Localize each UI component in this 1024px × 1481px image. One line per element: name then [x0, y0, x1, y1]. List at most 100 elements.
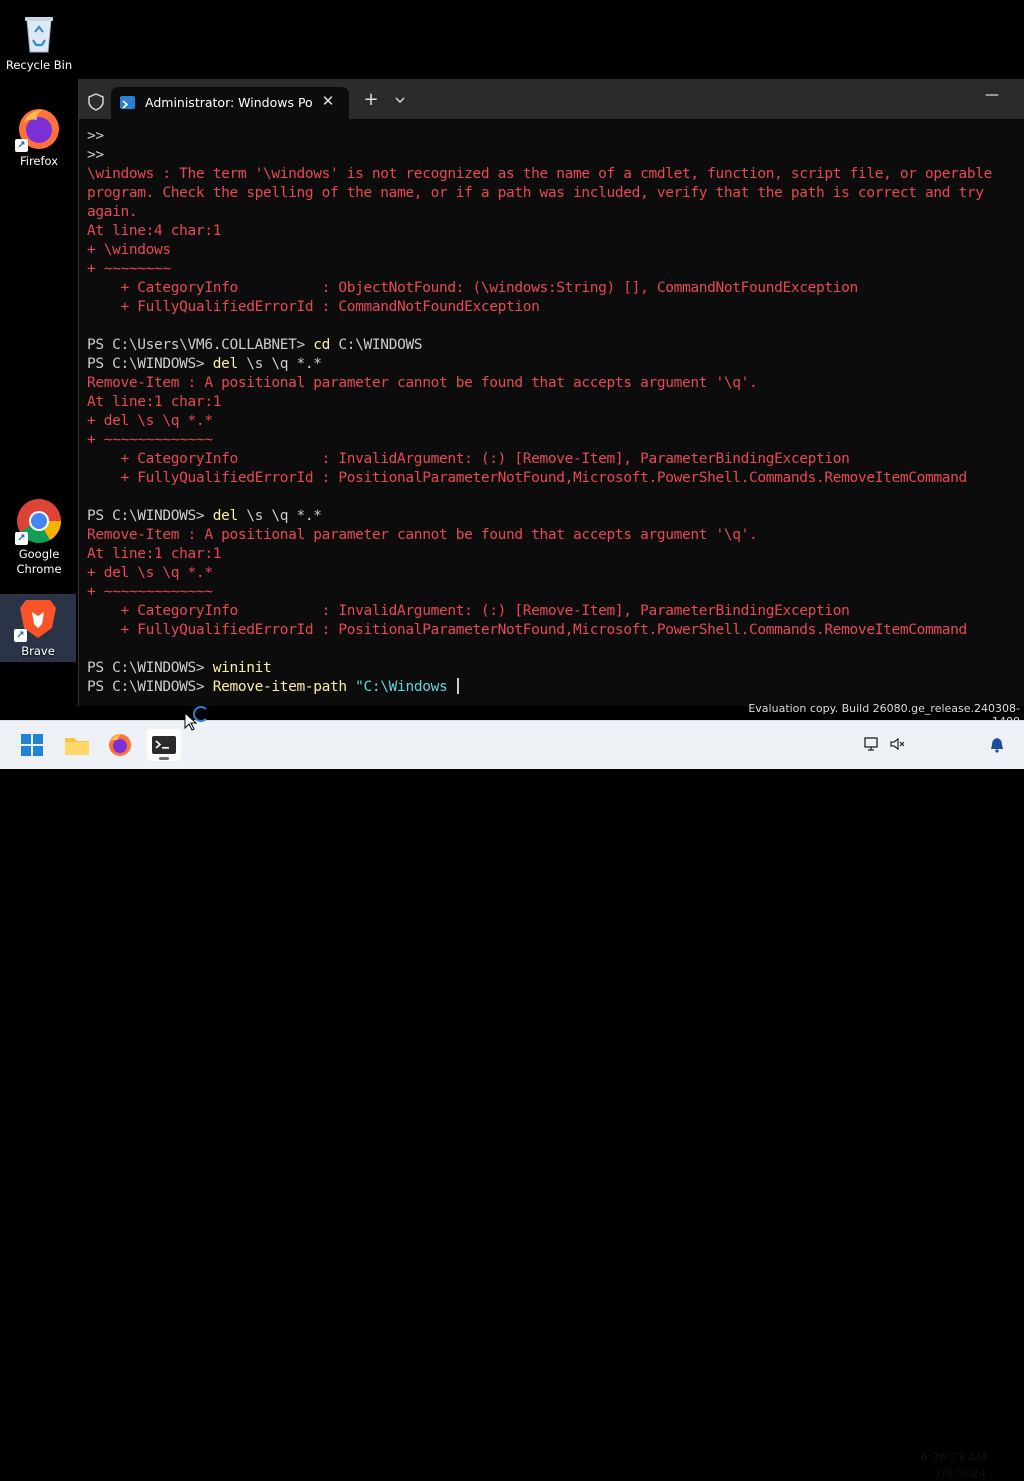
error-text: + del \s \q *.* — [87, 565, 213, 581]
close-tab-icon[interactable]: ✕ — [320, 92, 336, 110]
console-line: >> — [87, 146, 1023, 165]
system-clock[interactable]: 6:36:23 AM 7/8/2024 — [914, 1449, 986, 1481]
shield-icon — [87, 93, 105, 111]
output-text: >> — [87, 147, 104, 163]
console-line: PS C:\Users\VM6.COLLABNET> cd C:\WINDOWS — [87, 336, 1023, 355]
console-line: >> — [87, 127, 1023, 146]
command-text: cd — [313, 337, 331, 353]
console-line: Remove-Item : A positional parameter can… — [87, 374, 1023, 393]
desktop-icon-label: Google Chrome — [16, 547, 62, 576]
error-text: + \windows — [87, 242, 171, 258]
console-line: + FullyQualifiedErrorId : PositionalPara… — [87, 469, 1023, 488]
start-button[interactable] — [15, 729, 49, 761]
console-line: + FullyQualifiedErrorId : CommandNotFoun… — [87, 298, 1023, 317]
prompt-text: PS C:\WINDOWS> — [87, 679, 213, 695]
error-text: At line:4 char:1 — [87, 223, 222, 239]
shortcut-arrow-icon: ↗ — [14, 629, 27, 642]
error-text: At line:1 char:1 — [87, 394, 222, 410]
text-cursor — [456, 678, 459, 694]
taskbar-firefox-button[interactable] — [103, 729, 137, 761]
clock-date: 7/8/2024 — [934, 1466, 986, 1480]
error-text: + ~~~~~~~~~~~~~ — [87, 584, 213, 600]
console-line: + del \s \q *.* — [87, 412, 1023, 431]
console-line: PS C:\WINDOWS> del \s \q *.* — [87, 507, 1023, 526]
command-string: "C:\Windows — [346, 679, 456, 695]
console-line: + ~~~~~~~~~~~~~ — [87, 583, 1023, 602]
console-line: + CategoryInfo : InvalidArgument: (:) [R… — [87, 450, 1023, 469]
error-text: Remove-Item : A positional parameter can… — [87, 527, 758, 543]
chevron-down-icon[interactable] — [391, 90, 409, 110]
tab-powershell[interactable]: Administrator: Windows PowerShell ✕ — [111, 87, 349, 119]
volume-muted-icon[interactable] — [889, 736, 905, 752]
console-line: PS C:\WINDOWS> wininit — [87, 659, 1023, 678]
command-args: \s \q *.* — [237, 356, 322, 372]
clock-time: 6:36:23 AM — [920, 1450, 986, 1464]
desktop-icon-google-chrome[interactable]: ↗ Google Chrome — [1, 497, 77, 577]
recycle-bin-icon — [15, 8, 63, 56]
chrome-icon: ↗ — [15, 497, 63, 545]
console-line: + ~~~~~~~~ — [87, 260, 1023, 279]
command-text: del — [212, 356, 238, 372]
error-text: + FullyQualifiedErrorId : PositionalPara… — [87, 470, 968, 486]
output-text: >> — [87, 128, 104, 144]
title-bar[interactable]: Administrator: Windows PowerShell ✕ + — — [79, 79, 1024, 119]
desktop-icon-label: Brave — [21, 644, 55, 658]
tab-title: Administrator: Windows PowerShell — [145, 95, 313, 110]
console-line: + \windows — [87, 241, 1023, 260]
error-text: + FullyQualifiedErrorId : PositionalPara… — [87, 622, 968, 638]
mouse-pointer-icon — [184, 711, 198, 732]
command-args: \s \q *.* — [237, 508, 322, 524]
powershell-icon — [120, 96, 135, 109]
file-explorer-button[interactable] — [60, 729, 94, 761]
error-text: program. Check the spelling of the name,… — [87, 185, 984, 201]
error-text: + ~~~~~~~~~~~~~ — [87, 432, 213, 448]
desktop-icon-recycle-bin[interactable]: Recycle Bin — [1, 8, 77, 73]
error-text: \windows : The term '\windows' is not re… — [87, 166, 993, 182]
command-text: Remove-item-path — [212, 679, 347, 695]
console-line: + del \s \q *.* — [87, 564, 1023, 583]
console-line: + CategoryInfo : ObjectNotFound: (\windo… — [87, 279, 1023, 298]
error-text: + del \s \q *.* — [87, 413, 213, 429]
command-text: del — [212, 508, 238, 524]
console-line: PS C:\WINDOWS> del \s \q *.* — [87, 355, 1023, 374]
console-line: program. Check the spelling of the name,… — [87, 184, 1023, 203]
prompt-text: PS C:\Users\VM6.COLLABNET> — [87, 337, 314, 353]
command-args: C:\WINDOWS — [330, 337, 423, 353]
firefox-icon: ↗ — [15, 104, 63, 152]
error-text: Remove-Item : A positional parameter can… — [87, 375, 758, 391]
desktop-icon-label: Firefox — [19, 154, 59, 168]
desktop-icon-firefox[interactable]: ↗ Firefox — [1, 104, 77, 169]
command-text: wininit — [212, 660, 272, 676]
network-icon[interactable] — [864, 736, 880, 752]
error-text: + ~~~~~~~~ — [87, 261, 171, 277]
console-line: At line:4 char:1 — [87, 222, 1023, 241]
prompt-text: PS C:\WINDOWS> — [87, 356, 213, 372]
taskbar-terminal-button[interactable] — [147, 729, 181, 761]
brave-icon: ↗ — [14, 594, 62, 642]
prompt-text: PS C:\WINDOWS> — [87, 660, 213, 676]
console-line — [87, 488, 1023, 507]
error-text: At line:1 char:1 — [87, 546, 222, 562]
console-line: At line:1 char:1 — [87, 393, 1023, 412]
new-tab-button[interactable]: + — [361, 90, 381, 110]
console-line: PS C:\WINDOWS> Remove-item-path "C:\Wind… — [87, 678, 1023, 697]
terminal-window[interactable]: Administrator: Windows PowerShell ✕ + — … — [78, 79, 1024, 706]
console-line — [87, 317, 1023, 336]
console-line: \windows : The term '\windows' is not re… — [87, 165, 1023, 184]
prompt-text: PS C:\WINDOWS> — [87, 508, 213, 524]
shortcut-arrow-icon: ↗ — [15, 139, 28, 152]
desktop-icon-brave[interactable]: ↗ Brave — [0, 594, 76, 662]
console-line: + CategoryInfo : InvalidArgument: (:) [R… — [87, 602, 1023, 621]
error-text: + CategoryInfo : InvalidArgument: (:) [R… — [87, 603, 850, 619]
minimize-button[interactable]: — — [982, 87, 1002, 107]
notification-bell-icon[interactable] — [990, 737, 1004, 753]
console-line — [87, 640, 1023, 659]
active-indicator — [159, 757, 169, 760]
error-text: + CategoryInfo : InvalidArgument: (:) [R… — [87, 451, 850, 467]
console-output[interactable]: >> >> \windows : The term '\windows' is no… — [87, 127, 1023, 702]
error-text: again. — [87, 204, 138, 220]
error-text: + FullyQualifiedErrorId : CommandNotFoun… — [87, 299, 540, 315]
